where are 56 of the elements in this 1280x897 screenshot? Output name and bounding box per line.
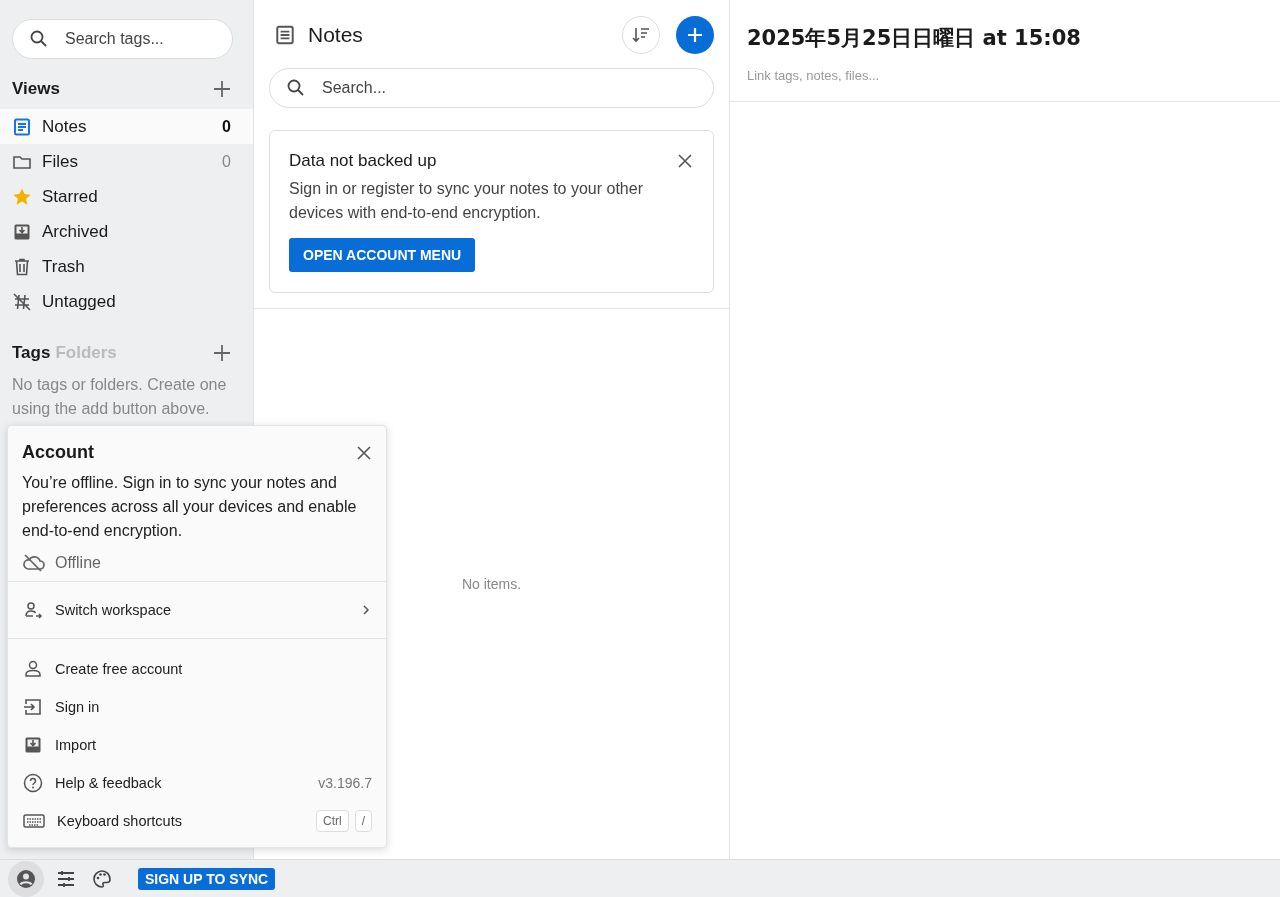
- user-icon: [23, 659, 43, 679]
- menu-item[interactable]: Keyboard shortcuts Ctrl /: [8, 802, 386, 840]
- view-icon: [12, 116, 32, 137]
- keyboard-icon: [23, 813, 45, 829]
- view-item[interactable]: Archived: [0, 214, 253, 249]
- sign-in-icon: [23, 697, 43, 717]
- add-icon[interactable]: [213, 80, 231, 98]
- user-icon: [16, 868, 36, 889]
- key-cap: /: [354, 810, 372, 832]
- view-item[interactable]: Starred: [0, 179, 253, 214]
- notes-search-field[interactable]: Search...: [269, 68, 714, 108]
- add-note-button[interactable]: [676, 16, 714, 54]
- key-cap: Ctrl: [316, 810, 349, 832]
- note-icon: [274, 24, 296, 46]
- close-icon[interactable]: [677, 153, 693, 169]
- view-icon: [12, 291, 32, 312]
- account-button[interactable]: [8, 860, 44, 897]
- menu-item[interactable]: Create free account: [8, 650, 386, 688]
- search-icon: [286, 78, 306, 98]
- view-item[interactable]: Notes 0: [0, 109, 253, 144]
- view-icon: [12, 256, 32, 277]
- close-icon[interactable]: [356, 444, 372, 461]
- sign-up-button[interactable]: SIGN UP TO SYNC: [138, 867, 276, 890]
- add-icon[interactable]: [213, 344, 231, 362]
- cloud-off-icon: [22, 553, 46, 573]
- search-icon: [29, 29, 49, 49]
- banner-title: Data not backed up: [289, 151, 437, 171]
- section-title: Views: [12, 79, 60, 99]
- sort-icon: [631, 25, 651, 45]
- menu-description: You’re offline. Sign in to sync your notes and preferences across all your devices and enable end-to-end encryption.: [22, 473, 358, 541]
- status-text: Offline: [55, 554, 101, 572]
- sidebar-tab[interactable]: Tags: [12, 343, 51, 363]
- menu-item[interactable]: Help & feedback v3.196.7: [8, 764, 386, 802]
- switch-workspace-item[interactable]: Switch workspace: [8, 582, 386, 639]
- plus-icon: [685, 25, 705, 45]
- notes-title: Notes: [308, 23, 363, 47]
- palette-icon[interactable]: [92, 868, 112, 889]
- open-account-menu-button[interactable]: OPEN ACCOUNT MENU: [289, 238, 476, 272]
- empty-list-message: No items.: [461, 576, 522, 592]
- view-item[interactable]: Trash: [0, 249, 253, 284]
- sliders-icon[interactable]: [56, 868, 76, 889]
- sort-button[interactable]: [622, 16, 660, 54]
- chevron-right-icon: [360, 604, 372, 616]
- view-item[interactable]: Untagged: [0, 284, 253, 319]
- menu-item[interactable]: Import: [8, 726, 386, 764]
- import-icon: [23, 735, 43, 755]
- user-switch-icon: [23, 600, 43, 620]
- banner-text: Sign in or register to sync your notes to your other devices with end-to-end encryption.: [289, 179, 644, 223]
- view-item[interactable]: Files 0: [0, 144, 253, 179]
- version-text: v3.196.7: [318, 775, 372, 791]
- note-title[interactable]: 2025年5月25日日曜日 at 15:08: [747, 24, 1264, 52]
- empty-tags-message: No tags or folders. Create one using the add button above.: [11, 375, 228, 419]
- menu-title: Account: [22, 442, 94, 463]
- menu-item[interactable]: Sign in: [8, 688, 386, 726]
- tag-search-field[interactable]: Search tags...: [12, 19, 233, 59]
- help-icon: [23, 773, 43, 793]
